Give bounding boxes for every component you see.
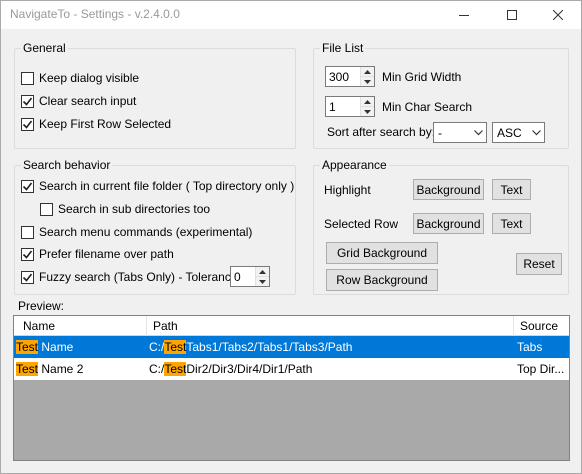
table-row[interactable]: Test Name C:/TestTabs1/Tabs2/Tabs1/Tabs3… — [14, 336, 569, 358]
title-bar: NavigateTo - Settings - v.2.4.0.0 — [1, 1, 581, 29]
chevron-down-icon — [528, 129, 544, 136]
settings-window: NavigateTo - Settings - v.2.4.0.0 Genera… — [0, 0, 582, 474]
sort-order-value: ASC — [497, 125, 522, 140]
path-prefix: C:/ — [149, 362, 165, 376]
sort-field-select[interactable]: - — [433, 122, 487, 143]
name-cell: Test Name — [14, 336, 147, 358]
keep-first-row-selected-checkbox[interactable] — [21, 117, 34, 131]
min-char-search-stepper[interactable]: 1 — [325, 96, 375, 117]
table-row[interactable]: Test Name 2 C:/TestDir2/Dir3/Dir4/Dir1/P… — [14, 358, 569, 380]
spin-down-icon[interactable] — [256, 276, 269, 286]
prefer-filename-label: Prefer filename over path — [39, 247, 174, 261]
checkmark-icon — [22, 120, 33, 129]
highlight-label: Highlight — [324, 183, 371, 197]
general-group-label: General — [21, 41, 68, 55]
search-behavior-group-label: Search behavior — [21, 158, 113, 172]
prefer-filename-checkbox[interactable] — [21, 247, 34, 261]
column-header-name[interactable]: Name — [14, 316, 147, 336]
match-highlight: Test — [164, 362, 187, 376]
appearance-group-label: Appearance — [320, 158, 389, 172]
spin-down-icon[interactable] — [361, 106, 374, 116]
maximize-button[interactable] — [489, 1, 535, 29]
min-char-search-value: 1 — [329, 99, 336, 114]
match-highlight: Test — [16, 362, 39, 376]
grid-background-button[interactable]: Grid Background — [326, 242, 438, 264]
search-current-folder-option[interactable]: Search in current file folder ( Top dire… — [21, 178, 294, 194]
file-list-group-label: File List — [320, 41, 366, 55]
keep-dialog-visible-option[interactable]: Keep dialog visible — [21, 70, 139, 86]
clear-search-input-option[interactable]: Clear search input — [21, 93, 136, 109]
path-text: Tabs1/Tabs2/Tabs1/Tabs3/Path — [186, 340, 353, 354]
min-grid-width-stepper[interactable]: 300 — [325, 66, 375, 87]
checkmark-icon — [22, 250, 33, 259]
preview-label: Preview: — [18, 299, 65, 313]
fuzzy-search-checkbox[interactable] — [21, 270, 34, 284]
column-header-source[interactable]: Source — [514, 316, 569, 336]
keep-dialog-visible-label: Keep dialog visible — [39, 71, 140, 85]
checkmark-icon — [22, 97, 33, 106]
close-button[interactable] — [535, 1, 581, 29]
row-background-button[interactable]: Row Background — [326, 269, 438, 291]
match-highlight: Test — [164, 340, 187, 354]
highlight-text-button[interactable]: Text — [492, 179, 531, 200]
search-current-folder-label: Search in current file folder ( Top dire… — [39, 179, 295, 193]
min-char-search-label: Min Char Search — [382, 100, 473, 114]
minimize-icon — [459, 15, 469, 16]
sort-label: Sort after search by: — [327, 125, 436, 139]
fuzzy-search-label: Fuzzy search (Tabs Only) - Tolerance: — [39, 270, 241, 284]
name-cell: Test Name 2 — [14, 358, 147, 380]
sort-order-select[interactable]: ASC — [492, 122, 545, 143]
search-current-folder-checkbox[interactable] — [21, 179, 34, 193]
selected-row-background-button[interactable]: Background — [413, 213, 484, 234]
name-text: Name 2 — [38, 362, 84, 376]
chevron-down-icon — [470, 129, 486, 136]
fuzzy-search-option[interactable]: Fuzzy search (Tabs Only) - Tolerance: — [21, 269, 241, 285]
min-grid-width-value: 300 — [329, 69, 350, 84]
highlight-background-button[interactable]: Background — [413, 179, 484, 200]
reset-button[interactable]: Reset — [516, 253, 562, 275]
clear-search-input-label: Clear search input — [39, 94, 137, 108]
search-sub-directories-checkbox[interactable] — [40, 202, 53, 216]
search-menu-commands-option[interactable]: Search menu commands (experimental) — [21, 224, 252, 240]
search-sub-directories-option[interactable]: Search in sub directories too — [40, 201, 210, 217]
spin-up-icon[interactable] — [361, 97, 374, 106]
window-title: NavigateTo - Settings - v.2.4.0.0 — [10, 7, 180, 21]
tolerance-value: 0 — [234, 269, 241, 284]
search-menu-commands-checkbox[interactable] — [21, 225, 34, 239]
prefer-filename-option[interactable]: Prefer filename over path — [21, 246, 174, 262]
maximize-icon — [507, 10, 517, 20]
source-cell: Top Dir... — [517, 362, 565, 376]
clear-search-input-checkbox[interactable] — [21, 94, 34, 108]
selected-row-text-button[interactable]: Text — [492, 213, 531, 234]
path-cell: C:/TestDir2/Dir3/Dir4/Dir1/Path — [147, 358, 514, 380]
match-highlight: Test — [16, 340, 39, 354]
source-cell: Tabs — [517, 340, 543, 354]
sort-field-value: - — [438, 125, 442, 140]
path-text: Dir2/Dir3/Dir4/Dir1/Path — [186, 362, 313, 376]
search-menu-commands-label: Search menu commands (experimental) — [39, 225, 253, 239]
preview-grid[interactable]: Name Path Source Test Name C:/TestTabs1/… — [13, 315, 570, 461]
checkmark-icon — [22, 182, 33, 191]
keep-first-row-selected-label: Keep First Row Selected — [39, 117, 172, 131]
checkmark-icon — [22, 273, 33, 282]
search-sub-directories-label: Search in sub directories too — [58, 202, 211, 216]
spin-up-icon[interactable] — [361, 67, 374, 76]
min-grid-width-label: Min Grid Width — [382, 70, 462, 84]
grid-header: Name Path Source — [14, 316, 569, 336]
close-icon — [553, 10, 563, 20]
name-text: Name — [38, 340, 74, 354]
path-prefix: C:/ — [149, 340, 165, 354]
tolerance-stepper[interactable]: 0 — [230, 266, 270, 287]
keep-first-row-selected-option[interactable]: Keep First Row Selected — [21, 116, 171, 132]
minimize-button[interactable] — [441, 1, 487, 29]
path-cell: C:/TestTabs1/Tabs2/Tabs1/Tabs3/Path — [147, 336, 514, 358]
column-header-path[interactable]: Path — [147, 316, 514, 336]
spin-up-icon[interactable] — [256, 267, 269, 276]
keep-dialog-visible-checkbox[interactable] — [21, 71, 34, 85]
selected-row-label: Selected Row — [324, 217, 399, 231]
spin-down-icon[interactable] — [361, 76, 374, 86]
